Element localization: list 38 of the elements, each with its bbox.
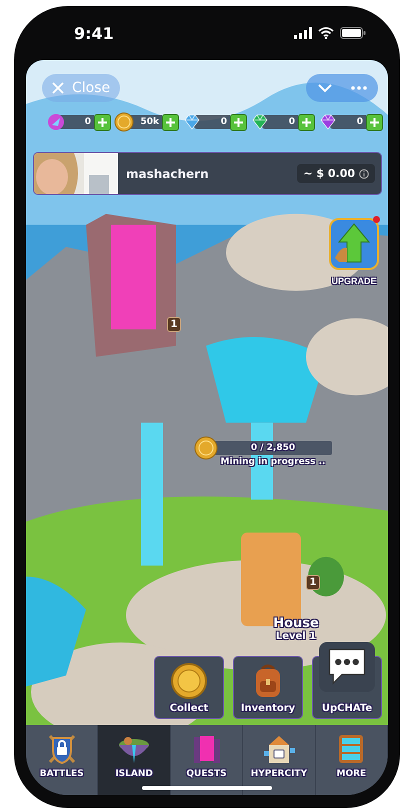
balance-amount: ~ $ 0.00 — [303, 167, 355, 180]
add-button[interactable] — [366, 114, 383, 130]
info-icon[interactable] — [359, 168, 369, 178]
plus-icon — [302, 118, 311, 126]
wifi-icon — [318, 27, 334, 39]
currency-amount: 0 — [262, 115, 298, 129]
coin-icon — [194, 436, 218, 460]
plus-icon — [98, 118, 107, 126]
gem-icon — [250, 112, 270, 132]
coin-icon — [114, 112, 134, 132]
player-name: mashachern — [126, 166, 210, 180]
plus-icon — [166, 118, 175, 126]
signal-icon — [294, 27, 312, 39]
currency-amount: 0 — [194, 115, 230, 129]
level-badge: 1 — [167, 317, 181, 332]
status-time: 9:41 — [74, 24, 114, 42]
plus-icon — [370, 118, 379, 126]
add-button[interactable] — [94, 114, 111, 130]
building-level: Level 1 — [276, 631, 316, 642]
level-badge: 1 — [306, 575, 320, 590]
nav-tab[interactable]: ISLAND — [98, 725, 171, 795]
add-button[interactable] — [230, 114, 247, 130]
crystal-icon — [46, 112, 66, 132]
gem-icon — [182, 112, 202, 132]
inventory-button[interactable]: Inventory — [233, 656, 303, 719]
more-icon — [351, 86, 367, 90]
chevron-down-icon — [318, 84, 332, 92]
close-icon — [52, 82, 64, 94]
gem-icon — [318, 112, 338, 132]
collect-button[interactable]: Collect — [154, 656, 224, 719]
currency-amount: 0 — [330, 115, 366, 129]
chat-bubble-icon[interactable] — [319, 642, 375, 692]
battery-icon — [340, 27, 366, 39]
add-button[interactable] — [298, 114, 315, 130]
nav-tab[interactable]: BATTLES — [26, 725, 98, 795]
coin-icon — [169, 661, 209, 701]
add-button[interactable] — [162, 114, 179, 130]
plus-icon — [234, 118, 243, 126]
